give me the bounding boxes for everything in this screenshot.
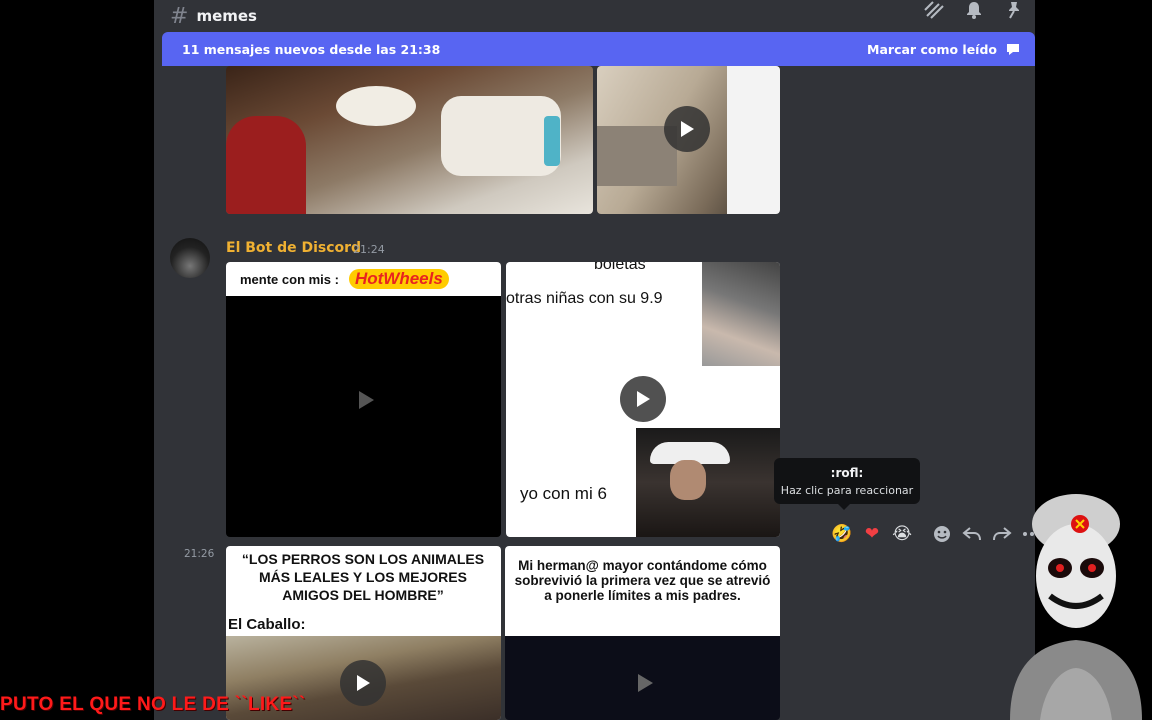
meme-caption: “LOS PERROS SON LOS ANIMALES MÁS LEALES …: [241, 551, 485, 603]
meme-caption-bottom: yo con mi 6: [520, 484, 607, 503]
new-messages-bar[interactable]: 11 mensajes nuevos desde las 21:38 Marca…: [162, 32, 1035, 66]
media-detail: [727, 66, 780, 214]
meme-caption-top: boletas: [594, 262, 646, 273]
media-detail: [226, 116, 306, 214]
tooltip-title: :rofl:: [830, 466, 864, 480]
play-icon[interactable]: [340, 660, 386, 706]
channel-name: memes: [196, 7, 257, 25]
mark-as-read-button[interactable]: Marcar como leído: [867, 41, 1021, 57]
followup-timestamp: 21:26: [184, 548, 215, 560]
media-boletas-video[interactable]: boletas otras niñas con su 9.9 yo con mi…: [506, 262, 780, 537]
meme-caption-bar: mente con mis : HotWheels: [226, 262, 501, 296]
meme-photo-cowboy: [636, 428, 780, 537]
cowboy-face: [670, 460, 706, 500]
threads-icon[interactable]: [923, 0, 945, 20]
media-detail: [544, 116, 560, 166]
meme-caption: mente con mis :: [240, 271, 339, 287]
meme-subcaption: El Caballo:: [228, 616, 306, 633]
reaction-tooltip: :rofl: Haz clic para reaccionar: [774, 458, 920, 510]
meme-caption-bar: Mi herman@ mayor contándome cómo sobrevi…: [505, 546, 780, 636]
channel-header: # memes: [154, 0, 1035, 32]
play-icon[interactable]: [620, 376, 666, 422]
mark-read-icon: [1007, 44, 1019, 55]
tooltip-subtitle: Haz clic para reaccionar: [780, 484, 914, 497]
avatar[interactable]: [170, 238, 210, 278]
reply-icon[interactable]: [960, 522, 984, 546]
meme-photo-girl: [702, 262, 780, 366]
pin-icon[interactable]: [1003, 0, 1025, 20]
sob-emoji-icon[interactable]: 😭: [890, 522, 914, 546]
message-author[interactable]: El Bot de Discord: [226, 240, 361, 256]
media-detail: [336, 86, 416, 126]
play-icon[interactable]: [630, 668, 660, 698]
chat-area: # memes 11 mensajes nuevos desde las 21:…: [154, 0, 1035, 720]
hash-icon: #: [170, 3, 189, 29]
add-reaction-icon[interactable]: [930, 522, 954, 546]
media-hermano-video[interactable]: Mi herman@ mayor contándome cómo sobrevi…: [505, 546, 780, 720]
bell-icon[interactable]: [963, 0, 985, 20]
stream-watermark: PUTO EL QUE NO LE DE ``LIKE``: [0, 694, 306, 715]
new-messages-text: 11 mensajes nuevos desde las 21:38: [182, 41, 441, 57]
rofl-emoji-icon[interactable]: 🤣: [830, 522, 854, 546]
mark-as-read-label: Marcar como leído: [867, 41, 997, 57]
hotwheels-logo: HotWheels: [348, 269, 449, 289]
header-icons: [923, 0, 1025, 20]
media-kitchen-video[interactable]: [597, 66, 780, 214]
streamer-avatar: [1000, 484, 1152, 720]
message-timestamp: 21:24: [353, 243, 385, 256]
media-detail: [441, 96, 561, 176]
play-icon[interactable]: [664, 106, 710, 152]
heart-emoji-icon[interactable]: ❤: [860, 522, 884, 546]
media-dinner-video[interactable]: [226, 66, 593, 214]
meme-caption-line: otras niñas con su 9.9: [506, 290, 663, 307]
play-icon[interactable]: [351, 385, 381, 415]
media-hotwheels-video[interactable]: mente con mis : HotWheels: [226, 262, 501, 537]
meme-caption: Mi herman@ mayor contándome cómo sobrevi…: [514, 558, 771, 603]
